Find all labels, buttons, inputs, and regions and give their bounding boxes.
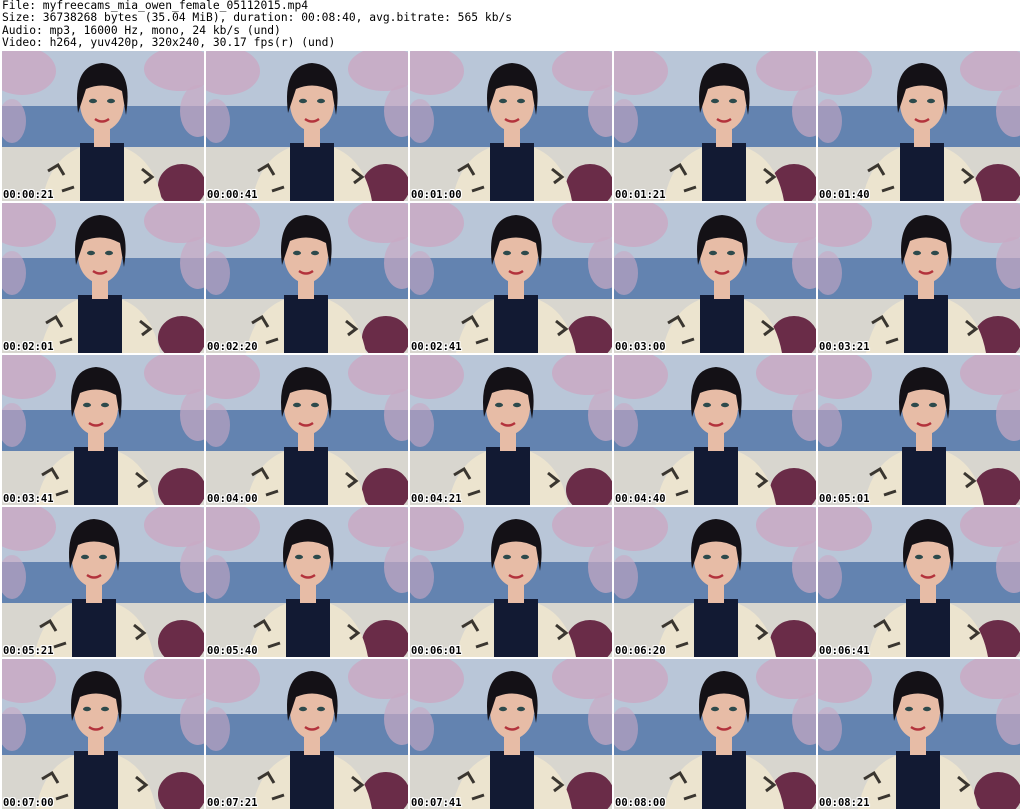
video-thumbnail: 00:00:41: [206, 51, 408, 201]
thumbnail-timestamp: 00:03:00: [615, 341, 666, 353]
video-thumbnail: 00:05:40: [206, 507, 408, 657]
thumbnail-timestamp: 00:03:41: [3, 493, 54, 505]
thumbnail-timestamp: 00:06:01: [411, 645, 462, 657]
thumbnail-frame-image: [2, 507, 204, 657]
video-thumbnail: 00:01:00: [410, 51, 612, 201]
thumbnail-frame-image: [614, 507, 816, 657]
thumbnail-timestamp: 00:05:40: [207, 645, 258, 657]
thumbnail-timestamp: 00:02:41: [411, 341, 462, 353]
video-thumbnail: 00:08:21: [818, 659, 1020, 809]
thumbnail-frame-image: [614, 203, 816, 353]
thumbnail-frame-image: [818, 355, 1020, 505]
file-size-line: Size: 36738268 bytes (35.04 MiB), durati…: [2, 11, 513, 25]
thumbnail-grid: 00:00:21 00:00:41 00:01:00 00:01:21 00:01:40…: [2, 51, 1024, 809]
thumbnail-frame-image: [410, 51, 612, 201]
thumbnail-frame-image: [2, 355, 204, 505]
video-thumbnail: 00:05:21: [2, 507, 204, 657]
thumbnail-frame-image: [2, 203, 204, 353]
thumbnail-frame-image: [206, 355, 408, 505]
video-thumbnail: 00:04:40: [614, 355, 816, 505]
thumbnail-timestamp: 00:00:21: [3, 189, 54, 201]
thumbnail-timestamp: 00:01:00: [411, 189, 462, 201]
thumbnail-frame-image: [818, 659, 1020, 809]
thumbnail-timestamp: 00:07:00: [3, 797, 54, 809]
thumbnail-frame-image: [818, 51, 1020, 201]
thumbnail-frame-image: [614, 51, 816, 201]
thumbnail-timestamp: 00:07:21: [207, 797, 258, 809]
video-thumbnail: 00:06:01: [410, 507, 612, 657]
video-thumbnail: 00:06:20: [614, 507, 816, 657]
video-thumbnail: 00:07:21: [206, 659, 408, 809]
file-info-header: File: myfreecams_mia_owen_female_0511201…: [0, 0, 1024, 50]
video-thumbnail: 00:07:00: [2, 659, 204, 809]
thumbnail-timestamp: 00:06:20: [615, 645, 666, 657]
video-thumbnail: 00:02:20: [206, 203, 408, 353]
thumbnail-frame-image: [206, 659, 408, 809]
thumbnail-frame-image: [410, 507, 612, 657]
thumbnail-timestamp: 00:00:41: [207, 189, 258, 201]
thumbnail-timestamp: 00:05:01: [819, 493, 870, 505]
video-thumbnail: 00:01:40: [818, 51, 1020, 201]
video-info-line: Video: h264, yuv420p, 320x240, 30.17 fps…: [2, 35, 336, 49]
video-thumbnail: 00:01:21: [614, 51, 816, 201]
video-thumbnail: 00:05:01: [818, 355, 1020, 505]
thumbnail-timestamp: 00:04:00: [207, 493, 258, 505]
thumbnail-timestamp: 00:02:20: [207, 341, 258, 353]
thumbnail-timestamp: 00:08:21: [819, 797, 870, 809]
thumbnail-frame-image: [410, 203, 612, 353]
thumbnail-frame-image: [2, 659, 204, 809]
video-thumbnail: 00:02:41: [410, 203, 612, 353]
thumbnail-timestamp: 00:07:41: [411, 797, 462, 809]
thumbnail-frame-image: [614, 355, 816, 505]
thumbnail-timestamp: 00:06:41: [819, 645, 870, 657]
thumbnail-frame-image: [206, 203, 408, 353]
thumbnail-timestamp: 00:03:21: [819, 341, 870, 353]
thumbnail-timestamp: 00:04:21: [411, 493, 462, 505]
thumbnail-timestamp: 00:04:40: [615, 493, 666, 505]
video-thumbnail: 00:03:41: [2, 355, 204, 505]
video-thumbnail: 00:02:01: [2, 203, 204, 353]
thumbnail-timestamp: 00:05:21: [3, 645, 54, 657]
video-thumbnail: 00:03:21: [818, 203, 1020, 353]
thumbnail-frame-image: [614, 659, 816, 809]
video-thumbnail: 00:07:41: [410, 659, 612, 809]
thumbnail-frame-image: [2, 51, 204, 201]
video-thumbnail: 00:03:00: [614, 203, 816, 353]
thumbnail-frame-image: [818, 203, 1020, 353]
thumbnail-frame-image: [206, 51, 408, 201]
video-thumbnail: 00:00:21: [2, 51, 204, 201]
thumbnail-timestamp: 00:02:01: [3, 341, 54, 353]
thumbnail-frame-image: [818, 507, 1020, 657]
video-thumbnail: 00:06:41: [818, 507, 1020, 657]
thumbnail-frame-image: [410, 355, 612, 505]
thumbnail-timestamp: 00:01:21: [615, 189, 666, 201]
thumbnail-frame-image: [410, 659, 612, 809]
video-thumbnail: 00:08:00: [614, 659, 816, 809]
thumbnail-frame-image: [206, 507, 408, 657]
video-thumbnail: 00:04:21: [410, 355, 612, 505]
thumbnail-timestamp: 00:01:40: [819, 189, 870, 201]
video-thumbnail: 00:04:00: [206, 355, 408, 505]
thumbnail-timestamp: 00:08:00: [615, 797, 666, 809]
